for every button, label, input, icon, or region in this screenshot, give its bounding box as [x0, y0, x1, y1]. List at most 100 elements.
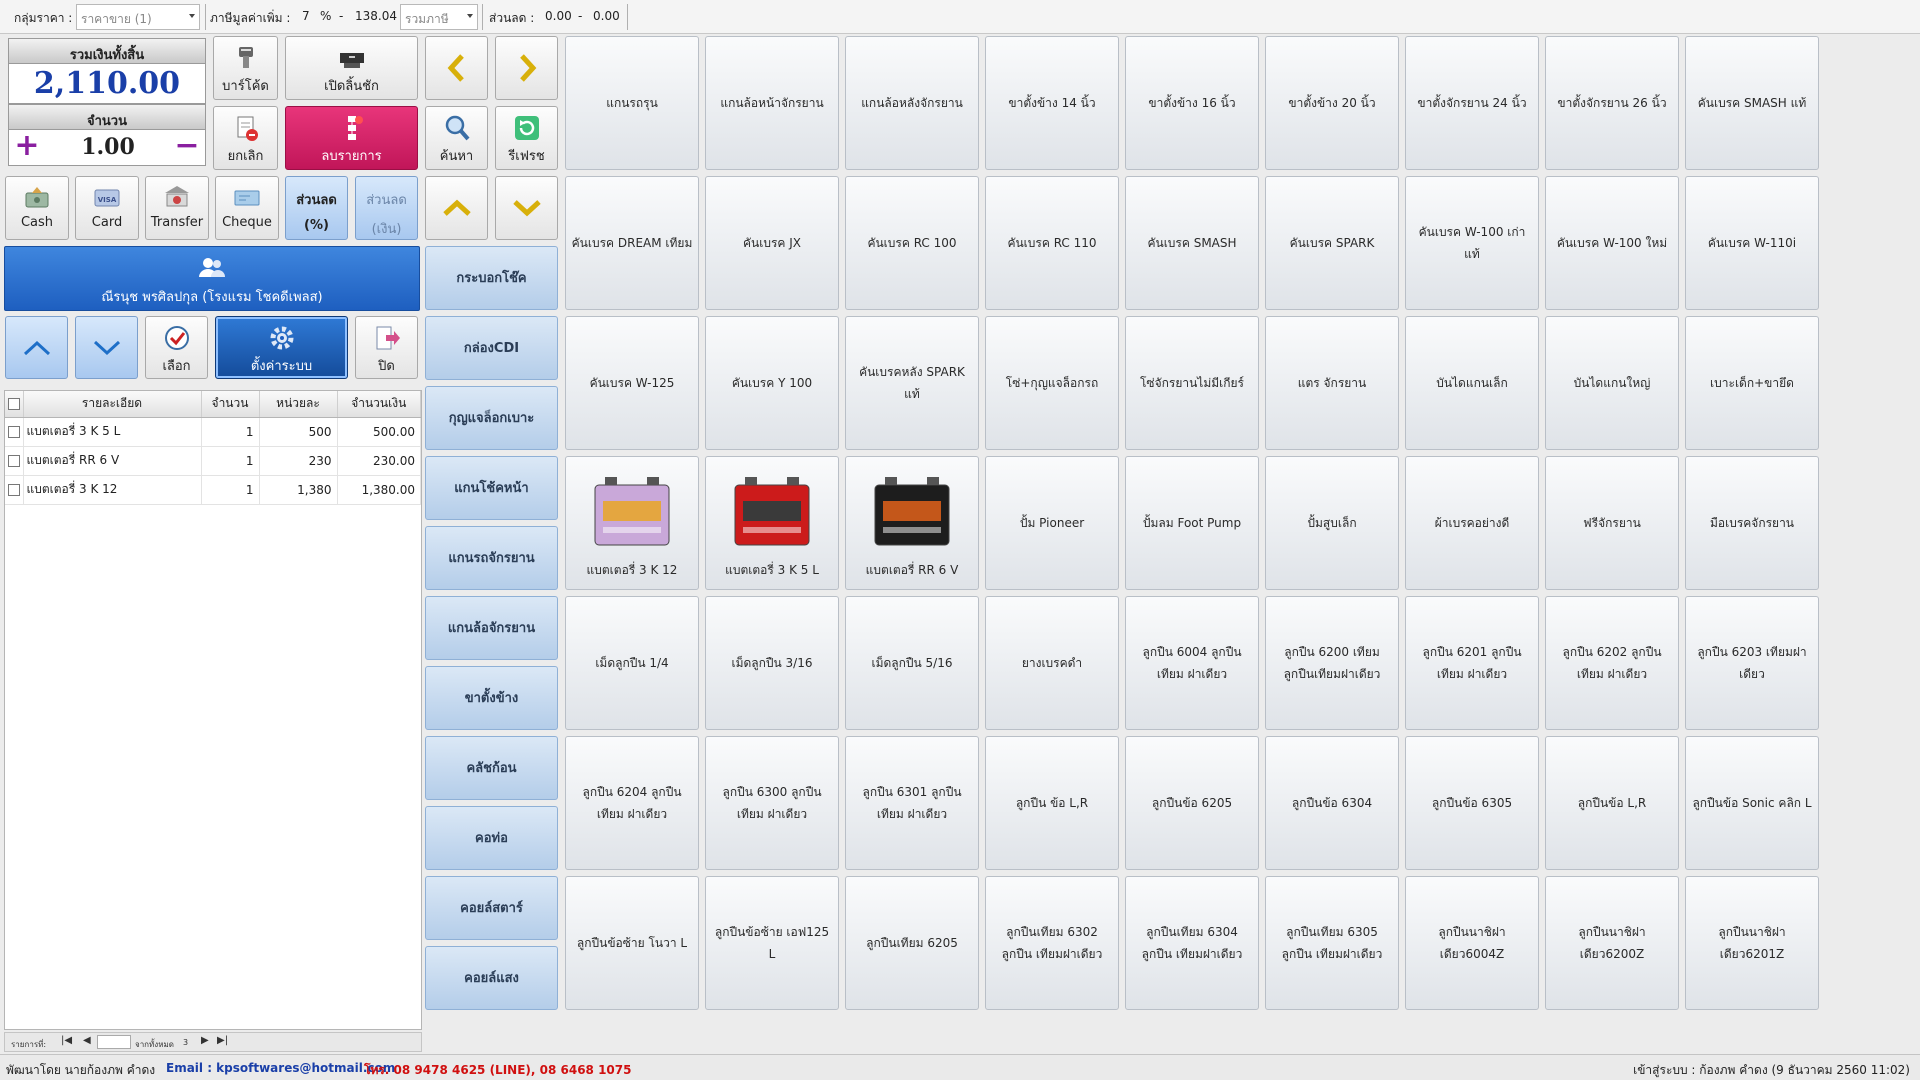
- product-button[interactable]: ปั้มสูบเล็ก: [1265, 456, 1399, 590]
- product-button[interactable]: คันเบรค W-110i: [1685, 176, 1819, 310]
- product-button[interactable]: แบตเตอรี่ 3 K 5 L: [705, 456, 839, 590]
- product-button[interactable]: ปั้ม Pioneer: [985, 456, 1119, 590]
- product-button[interactable]: ลูกปืนข้อซ้าย โนวา L: [565, 876, 699, 1010]
- discount-amount-button[interactable]: ส่วนลด (เงิน): [355, 176, 418, 240]
- customer-button[interactable]: ณีรนุช พรศิลปกุล (โรงแรม โชคดีเพลส): [4, 246, 420, 311]
- select-all-checkbox[interactable]: [7, 398, 20, 411]
- row-checkbox[interactable]: [7, 426, 20, 438]
- product-button[interactable]: ยางเบรคดำ: [985, 596, 1119, 730]
- table-row[interactable]: แบตเตอรี่ RR 6 V 1 230 230.00: [5, 446, 421, 476]
- product-button[interactable]: แบตเตอรี่ 3 K 12: [565, 456, 699, 590]
- row-checkbox-cell[interactable]: [5, 475, 24, 505]
- product-button[interactable]: ลูกปืน 6204 ลูกปืนเทียม ฝาเดียว: [565, 736, 699, 870]
- cheque-button[interactable]: Cheque: [215, 176, 279, 240]
- search-button[interactable]: ค้นหา: [425, 106, 488, 170]
- scroll-down-button[interactable]: [495, 176, 558, 240]
- table-row[interactable]: แบตเตอรี่ 3 K 12 1 1,380 1,380.00: [5, 475, 421, 505]
- product-button[interactable]: คันเบรค JX: [705, 176, 839, 310]
- product-button[interactable]: ลูกปืน 6300 ลูกปืนเทียม ฝาเดียว: [705, 736, 839, 870]
- product-button[interactable]: คันเบรค RC 110: [985, 176, 1119, 310]
- settings-button[interactable]: ตั้งค่าระบบ: [215, 316, 348, 379]
- barcode-button[interactable]: บาร์โค้ด: [213, 36, 278, 100]
- product-button[interactable]: ลูกปืน 6301 ลูกปืนเทียม ฝาเดียว: [845, 736, 979, 870]
- category-button[interactable]: ขาตั้งข้าง: [425, 666, 558, 730]
- product-button[interactable]: แบตเตอรี่ RR 6 V: [845, 456, 979, 590]
- product-button[interactable]: ลูกปืนเทียม 6304 ลูกปืน เทียมฝาเดียว: [1125, 876, 1259, 1010]
- product-button[interactable]: แกนล้อหน้าจักรยาน: [705, 36, 839, 170]
- category-button[interactable]: กุญแจล็อกเบาะ: [425, 386, 558, 450]
- product-button[interactable]: ลูกปืนข้อ 6305: [1405, 736, 1539, 870]
- product-button[interactable]: ลูกปืนเทียม 6205: [845, 876, 979, 1010]
- product-button[interactable]: ปั้มลม Foot Pump: [1125, 456, 1259, 590]
- category-button[interactable]: คอยล์สตาร์: [425, 876, 558, 940]
- category-button[interactable]: คลัชก้อน: [425, 736, 558, 800]
- product-button[interactable]: ขาตั้งข้าง 14 นิ้ว: [985, 36, 1119, 170]
- product-button[interactable]: ลูกปืนนาชิฝาเดียว6201Z: [1685, 876, 1819, 1010]
- select-all-cell[interactable]: [5, 391, 24, 418]
- next-page-button[interactable]: ▶: [201, 1035, 209, 1046]
- category-button[interactable]: กล่องCDI: [425, 316, 558, 380]
- refresh-button[interactable]: รีเฟรช: [495, 106, 558, 170]
- product-button[interactable]: ลูกปืน 6004 ลูกปืนเทียม ฝาเดียว: [1125, 596, 1259, 730]
- category-button[interactable]: แกนโช้คหน้า: [425, 456, 558, 520]
- open-drawer-button[interactable]: เปิดลิ้นชัก: [285, 36, 418, 100]
- product-button[interactable]: ลูกปืนข้อซ้าย เอฟ125 L: [705, 876, 839, 1010]
- product-button[interactable]: มือเบรคจักรยาน: [1685, 456, 1819, 590]
- close-button[interactable]: ปิด: [355, 316, 418, 379]
- previous-button[interactable]: [425, 36, 488, 100]
- column-header-unit-price[interactable]: หน่วยละ: [259, 391, 338, 418]
- product-button[interactable]: คันเบรค W-100 ใหม่: [1545, 176, 1679, 310]
- product-button[interactable]: ลูกปืน 6203 เทียมฝา เดียว: [1685, 596, 1819, 730]
- product-button[interactable]: ลูกปืนข้อ Sonic คลิก L: [1685, 736, 1819, 870]
- category-button[interactable]: กระบอกโช๊ค: [425, 246, 558, 310]
- row-checkbox-cell[interactable]: [5, 417, 24, 447]
- product-button[interactable]: ลูกปืนข้อ 6205: [1125, 736, 1259, 870]
- product-button[interactable]: แกนรถรุน: [565, 36, 699, 170]
- product-button[interactable]: ลูกปืนข้อ L,R: [1545, 736, 1679, 870]
- product-button[interactable]: ลูกปืน ข้อ L,R: [985, 736, 1119, 870]
- scroll-up-button[interactable]: [425, 176, 488, 240]
- vat-mode-select[interactable]: รวมภาษี: [400, 4, 478, 30]
- product-button[interactable]: ขาตั้งจักรยาน 24 นิ้ว: [1405, 36, 1539, 170]
- card-button[interactable]: VISA Card: [75, 176, 139, 240]
- product-button[interactable]: ขาตั้งข้าง 20 นิ้ว: [1265, 36, 1399, 170]
- product-button[interactable]: แตร จักรยาน: [1265, 316, 1399, 450]
- product-button[interactable]: บันไดแกนใหญ่: [1545, 316, 1679, 450]
- quantity-field[interactable]: 1.00: [49, 130, 167, 164]
- row-down-button[interactable]: [75, 316, 138, 379]
- select-button[interactable]: เลือก: [145, 316, 208, 379]
- product-button[interactable]: บันไดแกนเล็ก: [1405, 316, 1539, 450]
- product-button[interactable]: เม็ดลูกปืน 3/16: [705, 596, 839, 730]
- product-button[interactable]: คันเบรค Y 100: [705, 316, 839, 450]
- delete-item-button[interactable]: ลบรายการ: [285, 106, 418, 170]
- prev-page-button[interactable]: ◀: [83, 1035, 91, 1046]
- product-button[interactable]: เบาะเด็ก+ขายึด: [1685, 316, 1819, 450]
- category-button[interactable]: คอยล์แสง: [425, 946, 558, 1010]
- cancel-button[interactable]: ยกเลิก: [213, 106, 278, 170]
- category-button[interactable]: แกนล้อจักรยาน: [425, 596, 558, 660]
- discount-percent-button[interactable]: ส่วนลด (%): [285, 176, 348, 240]
- minus-button[interactable]: −: [173, 131, 201, 161]
- product-button[interactable]: ลูกปืน 6201 ลูกปืนเทียม ฝาเดียว: [1405, 596, 1539, 730]
- product-button[interactable]: คันเบรค W-100 เก่า แท้: [1405, 176, 1539, 310]
- product-button[interactable]: คันเบรค SMASH แท้: [1685, 36, 1819, 170]
- row-checkbox[interactable]: [7, 455, 20, 467]
- row-up-button[interactable]: [5, 316, 68, 379]
- product-button[interactable]: ขาตั้งข้าง 16 นิ้ว: [1125, 36, 1259, 170]
- product-button[interactable]: ผ้าเบรคอย่างดี: [1405, 456, 1539, 590]
- column-header-amount[interactable]: จำนวนเงิน: [337, 391, 421, 418]
- plus-button[interactable]: +: [13, 131, 41, 161]
- product-button[interactable]: คันเบรค W-125: [565, 316, 699, 450]
- transfer-button[interactable]: Transfer: [145, 176, 209, 240]
- product-button[interactable]: ลูกปืนนาชิฝาเดียว6200Z: [1545, 876, 1679, 1010]
- product-button[interactable]: คันเบรค RC 100: [845, 176, 979, 310]
- page-input[interactable]: [97, 1035, 131, 1049]
- first-page-button[interactable]: |◀: [61, 1035, 72, 1046]
- category-button[interactable]: คอท่อ: [425, 806, 558, 870]
- table-row[interactable]: แบตเตอรี่ 3 K 5 L 1 500 500.00: [5, 417, 421, 447]
- product-button[interactable]: ลูกปืนเทียม 6302 ลูกปืน เทียมฝาเดียว: [985, 876, 1119, 1010]
- product-button[interactable]: ลูกปืนนาชิฝาเดียว6004Z: [1405, 876, 1539, 1010]
- last-page-button[interactable]: ▶|: [217, 1035, 228, 1046]
- product-button[interactable]: เม็ดลูกปืน 1/4: [565, 596, 699, 730]
- product-button[interactable]: โซ่จักรยานไม่มีเกียร์: [1125, 316, 1259, 450]
